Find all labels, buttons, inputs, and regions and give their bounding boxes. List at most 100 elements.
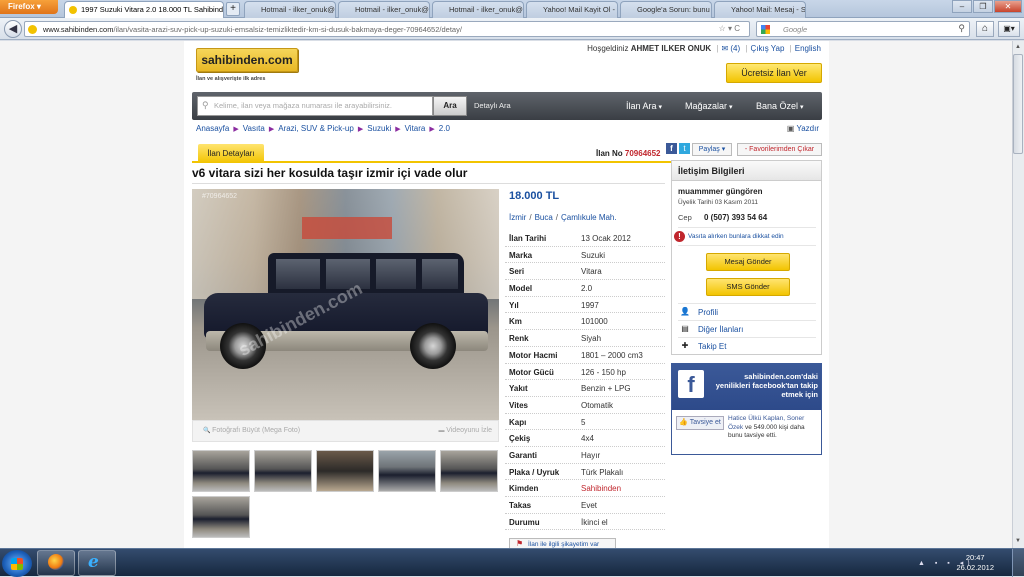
browser-tab[interactable]: Hotmail - ilker_onuk@hotmail.com... [432, 1, 524, 18]
report-complaint-button[interactable]: İlan ile ilgili şikayetim var [509, 538, 616, 548]
facebook-share-icon[interactable]: f [666, 143, 677, 154]
breadcrumb-separator-icon: ▶ [233, 126, 239, 133]
facebook-like-button[interactable]: 👍 Tavsiye et [676, 416, 724, 430]
close-icon[interactable]: ✕ [994, 0, 1022, 13]
messages-link[interactable]: ✉ (4) [721, 44, 740, 53]
location-city[interactable]: İzmir [509, 213, 526, 222]
facebook-banner[interactable]: f sahibinden.com'daki yenilikleri facebo… [672, 364, 821, 410]
address-bar[interactable]: www.sahibinden.com/ilan/vasita-arazi-suv… [24, 21, 750, 37]
photo-thumbnail[interactable] [192, 450, 250, 492]
browser-tab[interactable]: Hotmail - ilker_onuk@hotmail.com... [244, 1, 336, 18]
share-button[interactable]: Paylaş ▾ [692, 143, 732, 156]
main-photo[interactable]: sahibinden.com #70964652 [192, 189, 499, 420]
safety-warning-link[interactable]: Vasıta alırken bunlara dikkat edin [674, 231, 784, 242]
search-icon[interactable]: ⚲ [958, 23, 965, 34]
seller-name: muammmer güngören [678, 187, 763, 196]
browser-tab[interactable]: Hotmail - ilker_onuk@hotmail.com... [338, 1, 430, 18]
property-value: 2.0 [581, 284, 593, 294]
nav-menu-personal[interactable]: Bana Özel [756, 101, 804, 111]
show-desktop-button[interactable] [1012, 549, 1024, 577]
property-key: Seri [509, 267, 525, 277]
breadcrumb-item[interactable]: Vasıta [243, 124, 265, 133]
browser-tab[interactable]: Google'a Sorun: bunu nasil bulabilir... [620, 1, 712, 18]
location-district[interactable]: Buca [535, 213, 553, 222]
remove-favorite-button[interactable]: - Favorilerimden Çıkar [737, 143, 822, 156]
photo-thumbnail[interactable] [254, 450, 312, 492]
browser-search-input[interactable]: Google ⚲ [756, 21, 970, 37]
browser-tab[interactable]: Yahoo! Mail: Mesaj - Sahibinden... [714, 1, 806, 18]
enlarge-photo-link[interactable]: Fotoğrafı Büyüt (Mega Foto) [203, 427, 300, 434]
scrollbar-thumb[interactable] [1013, 54, 1023, 154]
member-since: Üyelik Tarihi 03 Kasım 2011 [678, 199, 758, 206]
logout-link[interactable]: Çıkış Yap [750, 44, 784, 53]
tab-label: Hotmail - ilker_onuk@hotmail.com... [449, 5, 524, 14]
tab-listing-details[interactable]: İlan Detayları [198, 144, 264, 163]
bookmark-star-icon[interactable]: ☆ ▾ C [719, 24, 740, 33]
nav-menu-listing-search[interactable]: İlan Ara [626, 101, 662, 111]
photo-thumbnail[interactable] [192, 496, 250, 538]
site-tagline: İlan ve alışverişte ilk adres [196, 76, 266, 82]
property-table: İlan Tarihi 13 Ocak 2012 Marka Suzuki Seri Vi… [505, 230, 665, 531]
property-key: Plaka / Uyruk [509, 467, 560, 477]
nav-menu-stores[interactable]: Mağazalar [685, 101, 733, 111]
windows-logo-icon [11, 558, 23, 570]
language-link[interactable]: English [795, 44, 821, 53]
start-button[interactable] [2, 550, 32, 577]
search-button[interactable]: Ara [433, 96, 467, 116]
photo-thumbnail[interactable] [378, 450, 436, 492]
back-arrow-icon[interactable]: ◀ [4, 20, 22, 38]
property-key: Takas [509, 501, 532, 510]
clock[interactable]: 20:47 26.02.2012 [956, 553, 994, 573]
user-bar: Hoşgeldiniz AHMET ILKER ONUK | ✉ (4) | Çık… [587, 44, 821, 53]
site-logo[interactable]: sahibinden.com [196, 48, 298, 72]
property-key: Yıl [509, 300, 519, 310]
breadcrumb-item[interactable]: Arazi, SUV & Pick-up [278, 124, 354, 133]
advanced-search-link[interactable]: Detaylı Ara [474, 101, 511, 110]
profile-link[interactable]: Profili [698, 308, 718, 317]
property-key: Çekiş [509, 434, 531, 444]
property-row: Çekiş 4x4 [505, 430, 665, 447]
tab-label: Yahoo! Mail: Mesaj - Sahibinden... [731, 5, 806, 14]
photo-thumbnail[interactable] [440, 450, 498, 492]
twitter-share-icon[interactable]: t [679, 143, 690, 154]
property-row: Kapı 5 [505, 414, 665, 431]
property-row: Vites Otomatik [505, 397, 665, 414]
site-search-input[interactable]: ⚲ Kelime, ilan veya mağaza numarası ile … [197, 96, 433, 116]
divider [678, 245, 816, 246]
browser-tab[interactable]: Yahoo! Mail Kayit Ol - Yahoo!... [526, 1, 618, 18]
location-neighborhood[interactable]: Çamlıkule Mah. [561, 213, 617, 222]
property-row: Takas Evet [505, 497, 665, 514]
breadcrumb-item[interactable]: Suzuki [367, 124, 391, 133]
facebook-box: f sahibinden.com'daki yenilikleri facebo… [671, 363, 822, 455]
follow-link[interactable]: Takip Et [698, 342, 726, 351]
watch-video-link[interactable]: Videoyunu İzle [439, 427, 492, 434]
contact-heading: İletişim Bilgileri [672, 161, 821, 181]
send-sms-button[interactable]: SMS Gönder [706, 278, 790, 296]
minimize-icon[interactable]: – [952, 0, 972, 13]
breadcrumb-item[interactable]: 2.0 [439, 124, 450, 133]
user-name: AHMET ILKER ONUK [630, 44, 712, 53]
page-content: sahibinden.com İlan ve alışverişte ilk a… [184, 41, 829, 548]
windows-taskbar: e ▲ ▪ ▪ ◂) 20:47 26.02.2012 [0, 548, 1024, 577]
scroll-down-icon[interactable]: ▼ [1013, 536, 1023, 547]
print-link[interactable]: Yazdır [787, 124, 819, 133]
property-value: Evet [581, 501, 598, 510]
breadcrumb-item[interactable]: Anasayfa [196, 124, 229, 133]
free-ad-button[interactable]: Ücretsiz İlan Ver [726, 63, 822, 83]
property-value: Hayır [581, 450, 601, 460]
other-ads-link[interactable]: Diğer İlanları [698, 325, 743, 334]
maximize-icon[interactable]: ❐ [973, 0, 993, 13]
firefox-menu-button[interactable]: Firefox ▾ [0, 0, 58, 14]
new-tab-button[interactable]: + [226, 2, 240, 16]
breadcrumb-separator-icon: ▶ [429, 126, 435, 133]
property-row: Renk Siyah [505, 330, 665, 347]
photo-thumbnail[interactable] [316, 450, 374, 492]
location-separator: / [555, 213, 559, 222]
tools-menu-icon[interactable]: ▣▾ [998, 21, 1020, 37]
send-message-button[interactable]: Mesaj Gönder [706, 253, 790, 271]
property-key: Yakıt [509, 384, 528, 394]
home-icon[interactable]: ⌂ [976, 21, 994, 37]
browser-tab-active[interactable]: 1997 Suzuki Vitara 2.0 18.000 TL Sahibin… [64, 1, 224, 18]
scroll-up-icon[interactable]: ▲ [1013, 42, 1023, 53]
breadcrumb-item[interactable]: Vitara [405, 124, 426, 133]
